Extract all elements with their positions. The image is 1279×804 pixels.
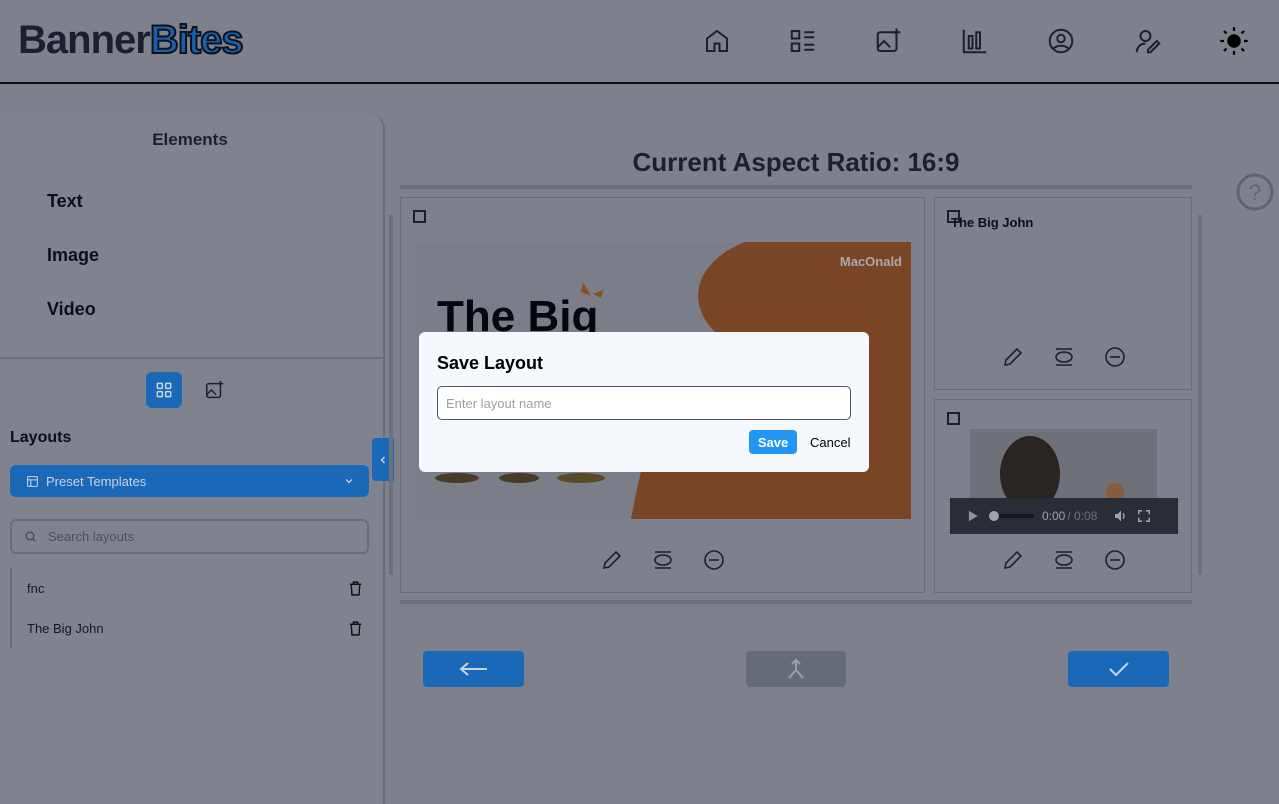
back-button[interactable] [423,651,524,687]
user-circle-icon[interactable] [1046,26,1076,56]
text-card: The Big John [934,197,1192,390]
check-icon [1108,662,1129,677]
image-add-icon [206,380,224,399]
preview-icon[interactable] [651,548,675,572]
merge-icon [788,658,804,679]
save-layout-modal: Save Layout Save Cancel [419,332,869,472]
card-actions [1001,548,1127,572]
card-actions [600,548,726,572]
progress-slider[interactable] [988,510,1034,522]
images-tab[interactable] [197,372,233,408]
help-icon[interactable]: ? [1235,172,1275,212]
video-current-time: 0:00 [1042,509,1066,523]
remove-icon[interactable] [1103,345,1127,369]
video-card: 0:00/ 0:08 [934,399,1192,593]
svg-text:?: ? [1249,180,1261,205]
merge-button[interactable] [746,651,846,687]
banner-brand: MacOnald [839,254,902,269]
top-divider [400,185,1192,189]
remove-icon[interactable] [1103,548,1127,572]
chevron-left-icon [380,455,386,464]
cancel-button[interactable]: Cancel [810,435,850,450]
user-edit-icon[interactable] [1133,26,1163,56]
layouts-heading: Layouts [10,429,72,446]
chevron-down-icon [345,479,353,484]
template-icon [27,475,38,487]
modal-title: Save Layout [437,353,544,373]
video-duration: / 0:08 [1067,509,1098,523]
edit-icon[interactable] [1001,548,1025,572]
sidebar: Elements Text Image Video Layouts Preset… [0,113,385,804]
play-icon[interactable] [966,509,980,523]
header: BannerBites [0,0,1279,84]
edit-icon[interactable] [1001,345,1025,369]
list-icon[interactable] [788,26,818,56]
video-controls: 0:00/ 0:08 [950,498,1178,534]
text-element[interactable]: The Big John [951,215,1033,230]
layout-name-input[interactable] [437,386,851,420]
home-icon[interactable] [702,26,732,56]
bottom-divider [400,600,1192,604]
layouts-list: fnc The Big John [10,568,370,648]
layouts-tab[interactable] [146,372,182,408]
preview-icon[interactable] [1052,548,1076,572]
trash-icon[interactable] [347,580,364,597]
preset-templates-dropdown[interactable]: Preset Templates [10,465,369,497]
select-checkbox[interactable] [413,210,426,223]
element-video[interactable]: Video [47,299,96,320]
search-layouts-input[interactable]: Search layouts [10,519,369,554]
chart-icon[interactable] [960,26,990,56]
scrollbar[interactable] [389,215,393,575]
sun-icon[interactable] [1219,26,1249,56]
fullscreen-icon[interactable] [1137,509,1151,523]
image-add-icon[interactable] [874,26,904,56]
scrollbar[interactable] [1198,215,1202,575]
save-button[interactable]: Save [749,430,797,454]
edit-icon[interactable] [600,548,624,572]
elements-title: Elements [152,130,228,149]
grid-icon [156,382,172,398]
aspect-ratio-title: Current Aspect Ratio: 16:9 [632,147,960,177]
select-checkbox[interactable] [947,412,960,425]
list-item[interactable]: fnc [12,568,370,608]
trash-icon[interactable] [347,620,364,637]
logo[interactable]: BannerBites [18,17,245,63]
confirm-button[interactable] [1068,651,1169,687]
preview-icon[interactable] [1052,345,1076,369]
list-item[interactable]: The Big John [12,608,370,648]
search-icon [25,531,36,542]
divider [0,357,383,359]
element-text[interactable]: Text [47,191,83,212]
element-image[interactable]: Image [47,245,99,266]
card-actions [1001,345,1127,369]
remove-icon[interactable] [702,548,726,572]
arrow-left-icon [458,662,487,676]
volume-icon[interactable] [1113,508,1129,524]
